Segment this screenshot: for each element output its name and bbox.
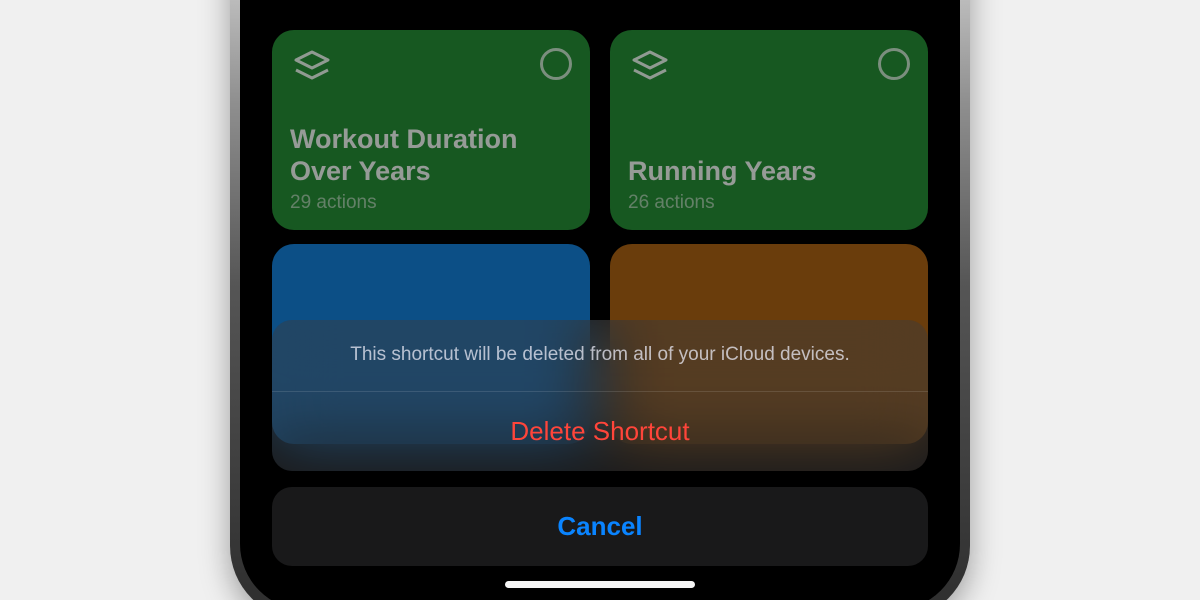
screen: Workout Duration Over Years 29 actions bbox=[250, 0, 950, 600]
home-indicator[interactable] bbox=[505, 581, 695, 588]
shortcut-card-running-years[interactable]: Running Years 26 actions bbox=[610, 30, 928, 230]
select-circle[interactable] bbox=[878, 48, 910, 80]
action-sheet-message: This shortcut will be deleted from all o… bbox=[272, 320, 928, 391]
shortcut-subtitle: 26 actions bbox=[628, 192, 910, 214]
shortcuts-app-icon bbox=[628, 48, 672, 97]
shortcut-card-workout-duration[interactable]: Workout Duration Over Years 29 actions bbox=[272, 30, 590, 230]
delete-shortcut-button[interactable]: Delete Shortcut bbox=[272, 392, 928, 471]
cancel-button[interactable]: Cancel bbox=[272, 487, 928, 566]
action-sheet: This shortcut will be deleted from all o… bbox=[272, 320, 928, 566]
phone-bezel: Workout Duration Over Years 29 actions bbox=[240, 0, 960, 600]
shortcut-title: Workout Duration Over Years bbox=[290, 124, 572, 188]
shortcut-subtitle: 29 actions bbox=[290, 192, 572, 214]
shortcuts-app-icon bbox=[290, 48, 334, 97]
phone-frame: Workout Duration Over Years 29 actions bbox=[230, 0, 970, 600]
shortcut-title: Running Years bbox=[628, 156, 910, 188]
shortcuts-grid: Workout Duration Over Years 29 actions bbox=[250, 20, 950, 230]
action-sheet-group: This shortcut will be deleted from all o… bbox=[272, 320, 928, 471]
select-circle[interactable] bbox=[540, 48, 572, 80]
